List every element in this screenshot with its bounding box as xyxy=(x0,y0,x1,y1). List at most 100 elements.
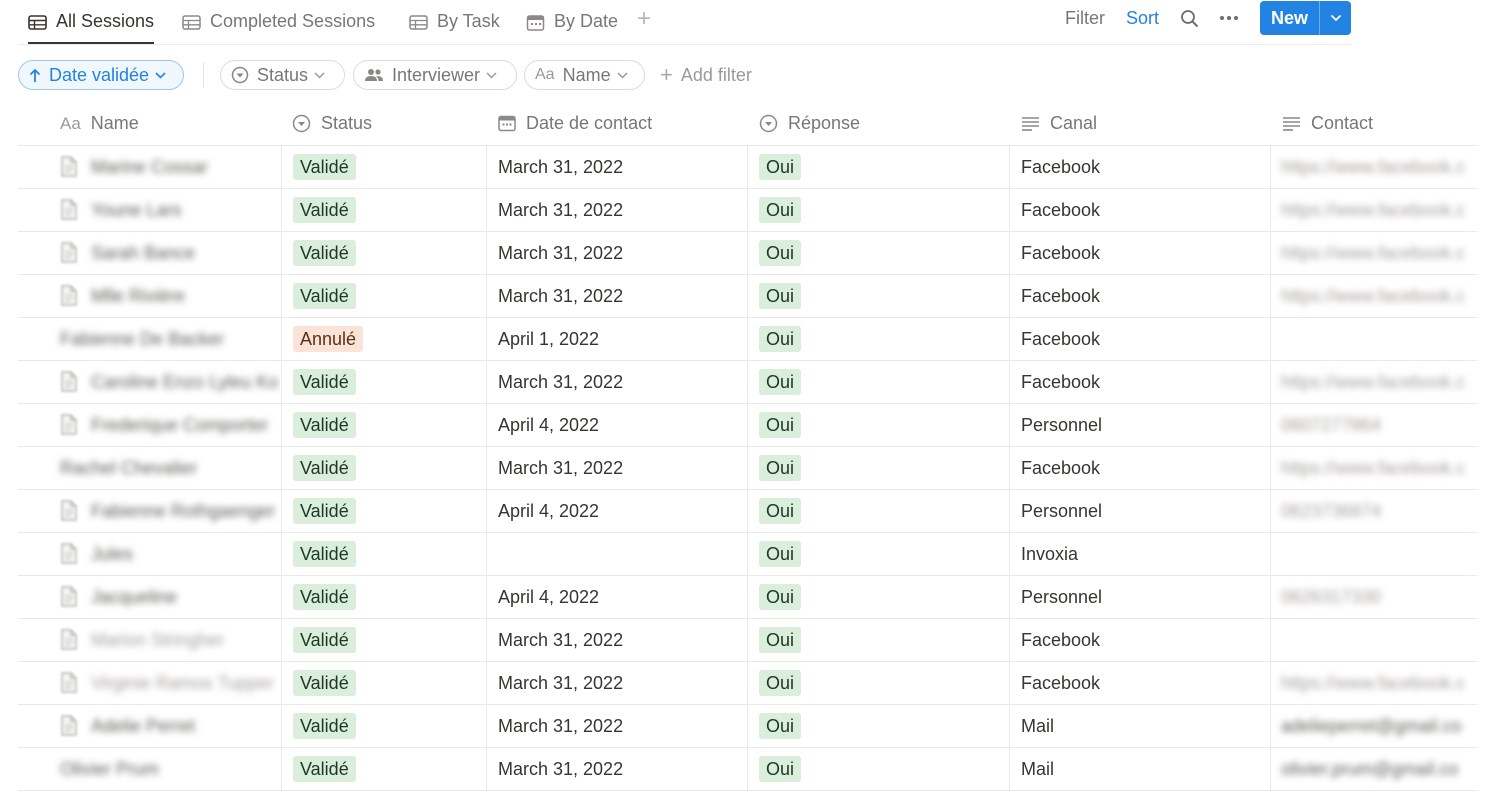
cell-contact[interactable]: https://www.facebook.c xyxy=(1270,189,1478,231)
cell-date[interactable]: March 31, 2022 xyxy=(486,748,747,790)
table-row[interactable]: Frederique Comporter Validé April 4, 2022 O… xyxy=(18,404,1478,447)
table-row[interactable]: Marion Stringher Validé March 31, 2022 Oui F… xyxy=(18,619,1478,662)
cell-date[interactable]: April 4, 2022 xyxy=(486,490,747,532)
cell-contact[interactable]: https://www.facebook.c xyxy=(1270,275,1478,317)
tab-all-sessions[interactable]: All Sessions xyxy=(28,0,155,44)
cell-status[interactable]: Validé xyxy=(281,404,485,446)
cell-response[interactable]: Oui xyxy=(747,705,1009,747)
column-header-contact[interactable]: Contact xyxy=(1282,102,1373,145)
cell-contact[interactable] xyxy=(1270,619,1478,661)
cell-status[interactable]: Validé xyxy=(281,662,485,704)
cell-contact[interactable]: 0626317330 xyxy=(1270,576,1478,618)
cell-date[interactable]: March 31, 2022 xyxy=(486,361,747,403)
cell-response[interactable]: Oui xyxy=(747,619,1009,661)
table-row[interactable]: Olivier Prum Validé March 31, 2022 Oui Mail o… xyxy=(18,748,1478,791)
more-options-icon[interactable] xyxy=(1219,0,1239,36)
cell-status[interactable]: Validé xyxy=(281,447,485,489)
table-row[interactable]: Adelie Perret Validé March 31, 2022 Oui Mail… xyxy=(18,705,1478,748)
cell-channel[interactable]: Personnel xyxy=(1009,404,1270,446)
cell-name[interactable]: Marion Stringher xyxy=(18,619,280,661)
sort-pill-date-validee[interactable]: Date validée xyxy=(18,60,184,90)
cell-channel[interactable]: Facebook xyxy=(1009,232,1270,274)
cell-response[interactable]: Oui xyxy=(747,146,1009,188)
cell-channel[interactable]: Facebook xyxy=(1009,275,1270,317)
cell-name[interactable]: Fabienne Rothgaenger xyxy=(18,490,280,532)
tab-by-task[interactable]: By Task xyxy=(409,0,500,42)
cell-date[interactable]: March 31, 2022 xyxy=(486,275,747,317)
cell-channel[interactable]: Facebook xyxy=(1009,662,1270,704)
cell-contact[interactable]: https://www.facebook.c xyxy=(1270,361,1478,403)
column-header-name[interactable]: Aa Name xyxy=(60,102,139,145)
cell-name[interactable]: Jules xyxy=(18,533,280,575)
column-header-response[interactable]: Réponse xyxy=(759,102,860,145)
cell-response[interactable]: Oui xyxy=(747,490,1009,532)
cell-date[interactable]: March 31, 2022 xyxy=(486,189,747,231)
table-row[interactable]: Marine Cossar Validé March 31, 2022 Oui Face… xyxy=(18,146,1478,189)
cell-response[interactable]: Oui xyxy=(747,447,1009,489)
cell-contact[interactable]: 0623736874 xyxy=(1270,490,1478,532)
table-row[interactable]: Jules Validé Oui Invoxia xyxy=(18,533,1478,576)
cell-channel[interactable]: Mail xyxy=(1009,705,1270,747)
cell-channel[interactable]: Personnel xyxy=(1009,576,1270,618)
cell-contact[interactable]: adelieperret@gmail.co xyxy=(1270,705,1478,747)
cell-response[interactable]: Oui xyxy=(747,361,1009,403)
cell-name[interactable]: Fabienne De Backer xyxy=(18,318,280,360)
cell-response[interactable]: Oui xyxy=(747,533,1009,575)
cell-channel[interactable]: Facebook xyxy=(1009,318,1270,360)
cell-contact[interactable] xyxy=(1270,318,1478,360)
filter-pill-status[interactable]: Status xyxy=(220,60,345,90)
chevron-down-icon[interactable] xyxy=(1320,14,1351,22)
search-icon[interactable] xyxy=(1180,0,1199,36)
cell-name[interactable]: Mlle Rivière xyxy=(18,275,280,317)
cell-name[interactable]: Adelie Perret xyxy=(18,705,280,747)
cell-response[interactable]: Oui xyxy=(747,275,1009,317)
cell-status[interactable]: Validé xyxy=(281,189,485,231)
cell-response[interactable]: Oui xyxy=(747,232,1009,274)
cell-contact[interactable]: olivier.prum@gmail.co xyxy=(1270,748,1478,790)
column-header-date[interactable]: Date de contact xyxy=(498,102,652,145)
cell-response[interactable]: Oui xyxy=(747,576,1009,618)
cell-name[interactable]: Virginie Ramos Tupper xyxy=(18,662,280,704)
cell-date[interactable]: April 4, 2022 xyxy=(486,404,747,446)
cell-contact[interactable]: https://www.facebook.c xyxy=(1270,146,1478,188)
cell-channel[interactable]: Facebook xyxy=(1009,189,1270,231)
cell-status[interactable]: Validé xyxy=(281,232,485,274)
cell-date[interactable]: April 1, 2022 xyxy=(486,318,747,360)
cell-contact[interactable]: 0607277864 xyxy=(1270,404,1478,446)
cell-response[interactable]: Oui xyxy=(747,189,1009,231)
cell-date[interactable]: March 31, 2022 xyxy=(486,146,747,188)
cell-date[interactable]: April 4, 2022 xyxy=(486,576,747,618)
table-row[interactable]: Jacqueline Validé April 4, 2022 Oui Personne… xyxy=(18,576,1478,619)
cell-contact[interactable]: https://www.facebook.c xyxy=(1270,232,1478,274)
table-row[interactable]: Fabienne De Backer Annulé April 1, 2022 Oui… xyxy=(18,318,1478,361)
cell-channel[interactable]: Facebook xyxy=(1009,361,1270,403)
cell-name[interactable]: Marine Cossar xyxy=(18,146,280,188)
cell-date[interactable] xyxy=(486,533,747,575)
cell-channel[interactable]: Invoxia xyxy=(1009,533,1270,575)
cell-response[interactable]: Oui xyxy=(747,318,1009,360)
cell-channel[interactable]: Personnel xyxy=(1009,490,1270,532)
cell-status[interactable]: Validé xyxy=(281,619,485,661)
table-row[interactable]: Mlle Rivière Validé March 31, 2022 Oui Faceb… xyxy=(18,275,1478,318)
cell-response[interactable]: Oui xyxy=(747,404,1009,446)
table-row[interactable]: Caroline Enzo Lyleu Ko Validé March 31, 20… xyxy=(18,361,1478,404)
cell-name[interactable]: Rachel Chevalier xyxy=(18,447,280,489)
tab-completed-sessions[interactable]: Completed Sessions xyxy=(182,0,375,42)
cell-status[interactable]: Validé xyxy=(281,705,485,747)
cell-name[interactable]: Frederique Comporter xyxy=(18,404,280,446)
filter-button[interactable]: Filter xyxy=(1065,0,1105,36)
add-filter-button[interactable]: + Add filter xyxy=(660,60,752,90)
cell-date[interactable]: March 31, 2022 xyxy=(486,447,747,489)
cell-name[interactable]: Sarah Bance xyxy=(18,232,280,274)
cell-status[interactable]: Validé xyxy=(281,146,485,188)
filter-pill-interviewer[interactable]: Interviewer xyxy=(353,60,517,90)
cell-channel[interactable]: Mail xyxy=(1009,748,1270,790)
cell-contact[interactable]: https://www.facebook.c xyxy=(1270,447,1478,489)
cell-response[interactable]: Oui xyxy=(747,748,1009,790)
cell-status[interactable]: Validé xyxy=(281,533,485,575)
cell-date[interactable]: March 31, 2022 xyxy=(486,662,747,704)
table-row[interactable]: Rachel Chevalier Validé March 31, 2022 Oui F… xyxy=(18,447,1478,490)
sort-button[interactable]: Sort xyxy=(1126,0,1159,36)
cell-status[interactable]: Validé xyxy=(281,361,485,403)
cell-name[interactable]: Jacqueline xyxy=(18,576,280,618)
